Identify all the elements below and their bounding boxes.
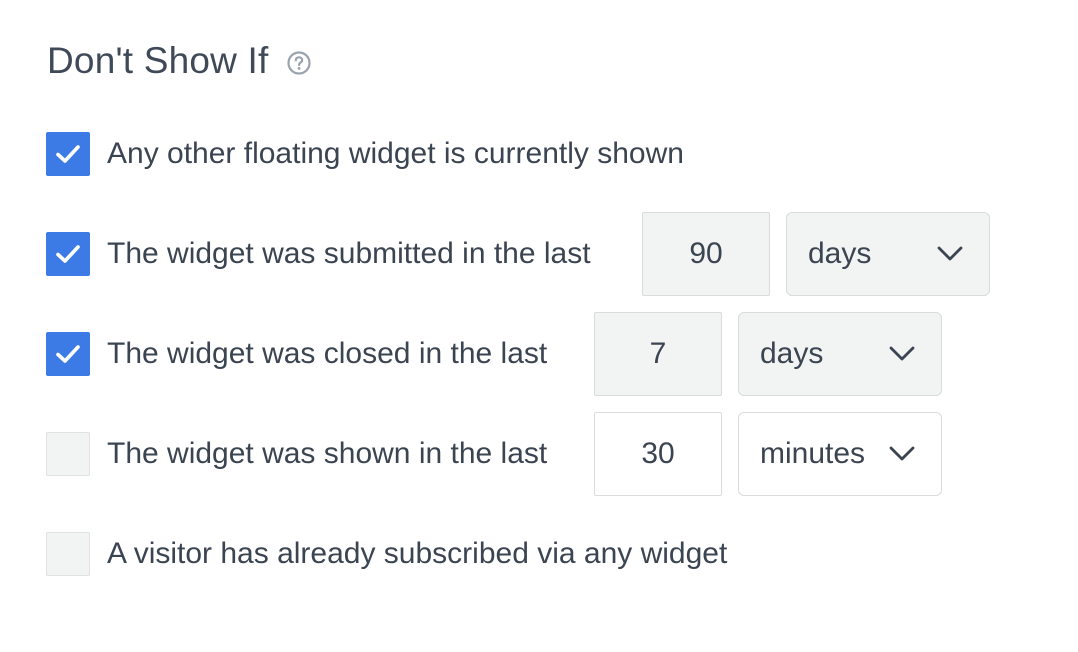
checkmark-icon: [56, 345, 80, 363]
section-header: Don't Show If: [47, 40, 311, 82]
condition-row-closed: The widget was closed in the last: [46, 312, 547, 396]
chevron-down-icon: [889, 346, 915, 361]
submitted-unit-select[interactable]: days: [786, 212, 990, 296]
submitted-period-value: 90: [689, 237, 723, 270]
closed-unit-value: days: [760, 337, 824, 370]
shown-unit-value: minutes: [760, 437, 866, 470]
submitted-unit-value: days: [808, 237, 872, 270]
condition-row-shown: The widget was shown in the last: [46, 412, 547, 496]
checkbox-shown[interactable]: [46, 432, 90, 476]
section-title: Don't Show If: [47, 40, 269, 81]
chevron-down-icon: [889, 446, 915, 461]
condition-row-already-subscribed: A visitor has already subscribed via any…: [46, 512, 727, 596]
checkmark-icon: [56, 245, 80, 263]
closed-unit-select[interactable]: days: [738, 312, 942, 396]
condition-label: Any other floating widget is currently s…: [107, 137, 684, 170]
question-circle-icon[interactable]: [286, 50, 311, 75]
shown-period-value: 30: [641, 437, 675, 470]
checkbox-closed[interactable]: [46, 332, 90, 376]
closed-period-value: 7: [649, 337, 667, 370]
dont-show-if-panel: Don't Show If Any other floating widget …: [0, 0, 1078, 652]
checkmark-icon: [56, 145, 80, 163]
condition-label: The widget was shown in the last: [107, 437, 548, 470]
shown-unit-select[interactable]: minutes: [738, 412, 942, 496]
chevron-down-icon: [937, 246, 963, 261]
shown-period-input[interactable]: 30: [594, 412, 722, 496]
condition-row-other-widget-shown: Any other floating widget is currently s…: [46, 112, 684, 196]
closed-period-input[interactable]: 7: [594, 312, 722, 396]
checkbox-submitted[interactable]: [46, 232, 90, 276]
condition-row-submitted: The widget was submitted in the last: [46, 212, 591, 296]
checkbox-other-widget-shown[interactable]: [46, 132, 90, 176]
condition-label: The widget was submitted in the last: [107, 237, 591, 270]
checkbox-already-subscribed[interactable]: [46, 532, 90, 576]
submitted-period-input[interactable]: 90: [642, 212, 770, 296]
condition-label: The widget was closed in the last: [107, 337, 548, 370]
condition-label: A visitor has already subscribed via any…: [107, 537, 728, 570]
